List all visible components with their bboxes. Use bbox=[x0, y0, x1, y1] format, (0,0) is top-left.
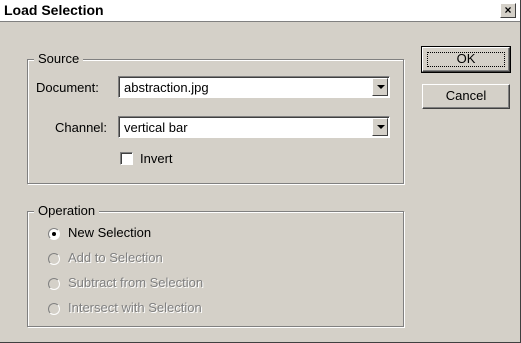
new-selection-label[interactable]: New Selection bbox=[68, 225, 151, 240]
channel-select[interactable]: vertical bar bbox=[118, 116, 390, 138]
document-label: Document: bbox=[36, 80, 99, 95]
dialog-title: Load Selection bbox=[4, 2, 104, 18]
focus-ring bbox=[427, 52, 505, 67]
document-select[interactable]: abstraction.jpg bbox=[118, 76, 390, 98]
chevron-down-icon[interactable] bbox=[372, 118, 388, 136]
close-icon[interactable]: × bbox=[500, 3, 516, 18]
invert-checkbox[interactable] bbox=[120, 152, 133, 165]
cancel-button[interactable]: Cancel bbox=[422, 84, 510, 109]
operation-legend: Operation bbox=[34, 203, 100, 218]
radio-new-selection[interactable] bbox=[48, 228, 60, 240]
document-select-value: abstraction.jpg bbox=[124, 80, 209, 95]
title-bar[interactable]: Load Selection × bbox=[0, 0, 520, 22]
intersect-with-selection-label[interactable]: Intersect with Selection bbox=[68, 300, 202, 315]
subtract-from-selection-label[interactable]: Subtract from Selection bbox=[68, 275, 203, 290]
source-legend: Source bbox=[34, 51, 84, 66]
ok-button[interactable]: OK bbox=[421, 46, 511, 73]
radio-subtract-from-selection[interactable] bbox=[48, 278, 60, 290]
load-selection-dialog: Load Selection × Source Document: abstra… bbox=[0, 0, 521, 343]
chevron-down-icon[interactable] bbox=[372, 78, 388, 96]
add-to-selection-label[interactable]: Add to Selection bbox=[68, 250, 163, 265]
channel-select-value: vertical bar bbox=[124, 120, 188, 135]
cancel-button-label: Cancel bbox=[445, 88, 487, 103]
radio-add-to-selection[interactable] bbox=[48, 253, 60, 265]
radio-intersect-with-selection[interactable] bbox=[48, 303, 60, 315]
channel-label: Channel: bbox=[55, 120, 108, 135]
invert-label[interactable]: Invert bbox=[140, 151, 173, 166]
